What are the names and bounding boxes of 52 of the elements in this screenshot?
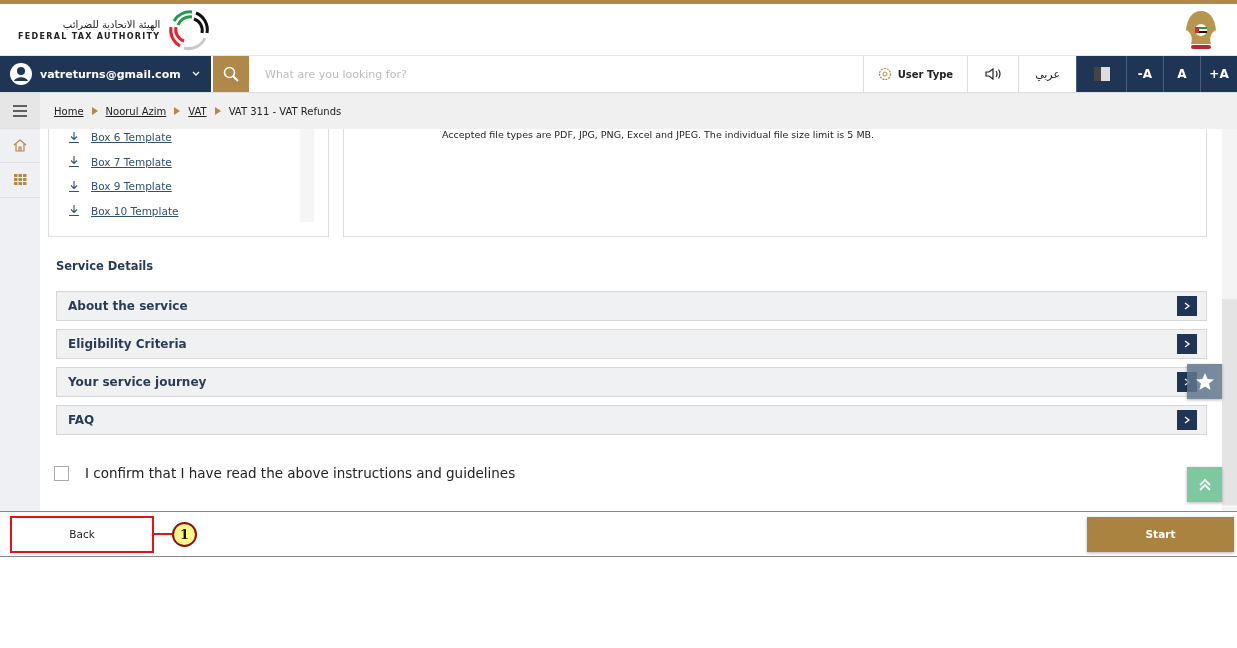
- accordion-header[interactable]: FAQ: [56, 405, 1207, 435]
- speaker-icon: [984, 67, 1003, 81]
- checkbox-label: I confirm that I have read the above instructions and guidelines: [85, 465, 516, 481]
- menu-button[interactable]: [0, 93, 40, 129]
- breadcrumb-link[interactable]: Home: [54, 105, 84, 117]
- font-size-button[interactable]: A: [1163, 56, 1200, 92]
- download-icon: [69, 205, 79, 217]
- template-link[interactable]: Box 10 Template: [91, 204, 179, 217]
- download-icon: [69, 180, 79, 192]
- font-size-button[interactable]: +A: [1200, 56, 1237, 92]
- back-button[interactable]: Back: [10, 515, 154, 553]
- section-heading: Service Details: [56, 259, 155, 273]
- template-link[interactable]: Box 7 Template: [91, 155, 172, 168]
- template-link[interactable]: Box 6 Template: [91, 131, 172, 144]
- breadcrumb-arrow-icon: [214, 107, 221, 115]
- settings-icon: [877, 67, 892, 81]
- contrast-button[interactable]: [1076, 56, 1126, 92]
- accordion-header[interactable]: Eligibility Criteria: [56, 329, 1207, 359]
- account-menu[interactable]: vatreturns@gmail.com: [0, 56, 211, 92]
- logo-arabic-text: الهيئة الاتحادية للضرائب: [62, 18, 161, 31]
- checkbox[interactable]: [54, 465, 69, 481]
- scrollbar-thumb[interactable]: [1222, 299, 1237, 505]
- expand-button[interactable]: [1177, 410, 1197, 430]
- chevron-right-icon: [1182, 415, 1192, 425]
- font-size-button[interactable]: -A: [1126, 56, 1163, 92]
- menu-icon: [13, 104, 27, 117]
- home-icon: [13, 139, 27, 152]
- upload-note: Accepted file types are PDF, JPG, PNG, Excel and JPEG. The individual file size limit is 5 MB.: [441, 129, 875, 142]
- breadcrumb-arrow-icon: [174, 107, 181, 115]
- breadcrumb-link[interactable]: VAT: [188, 105, 207, 117]
- star-icon: [1194, 371, 1215, 392]
- favorite-button[interactable]: [1187, 364, 1222, 399]
- breadcrumb-link[interactable]: Noorul Azim: [105, 105, 167, 117]
- search-icon: [223, 66, 239, 82]
- grid-icon: [13, 174, 27, 186]
- logo-text: FEDERAL TAX AUTHORITY: [18, 31, 161, 41]
- search-button[interactable]: [213, 56, 249, 92]
- leader-line: [154, 533, 172, 535]
- expand-button[interactable]: [1177, 296, 1197, 316]
- contrast-icon: [1093, 67, 1110, 81]
- user-avatar-icon: [10, 63, 32, 85]
- callout-marker: 1: [172, 521, 197, 547]
- breadcrumb-arrow-icon: [91, 107, 98, 115]
- chevron-right-icon: [1182, 339, 1192, 349]
- breadcrumb-current: VAT 311 - VAT Refunds: [228, 105, 342, 117]
- expand-button[interactable]: [1177, 334, 1197, 354]
- download-icon: [69, 131, 79, 143]
- template-link[interactable]: Box 9 Template: [91, 180, 172, 193]
- accordion-header[interactable]: About the service: [56, 291, 1207, 321]
- double-chevron-up-icon: [1197, 477, 1212, 492]
- chevron-right-icon: [1182, 301, 1192, 311]
- download-icon: [69, 156, 79, 168]
